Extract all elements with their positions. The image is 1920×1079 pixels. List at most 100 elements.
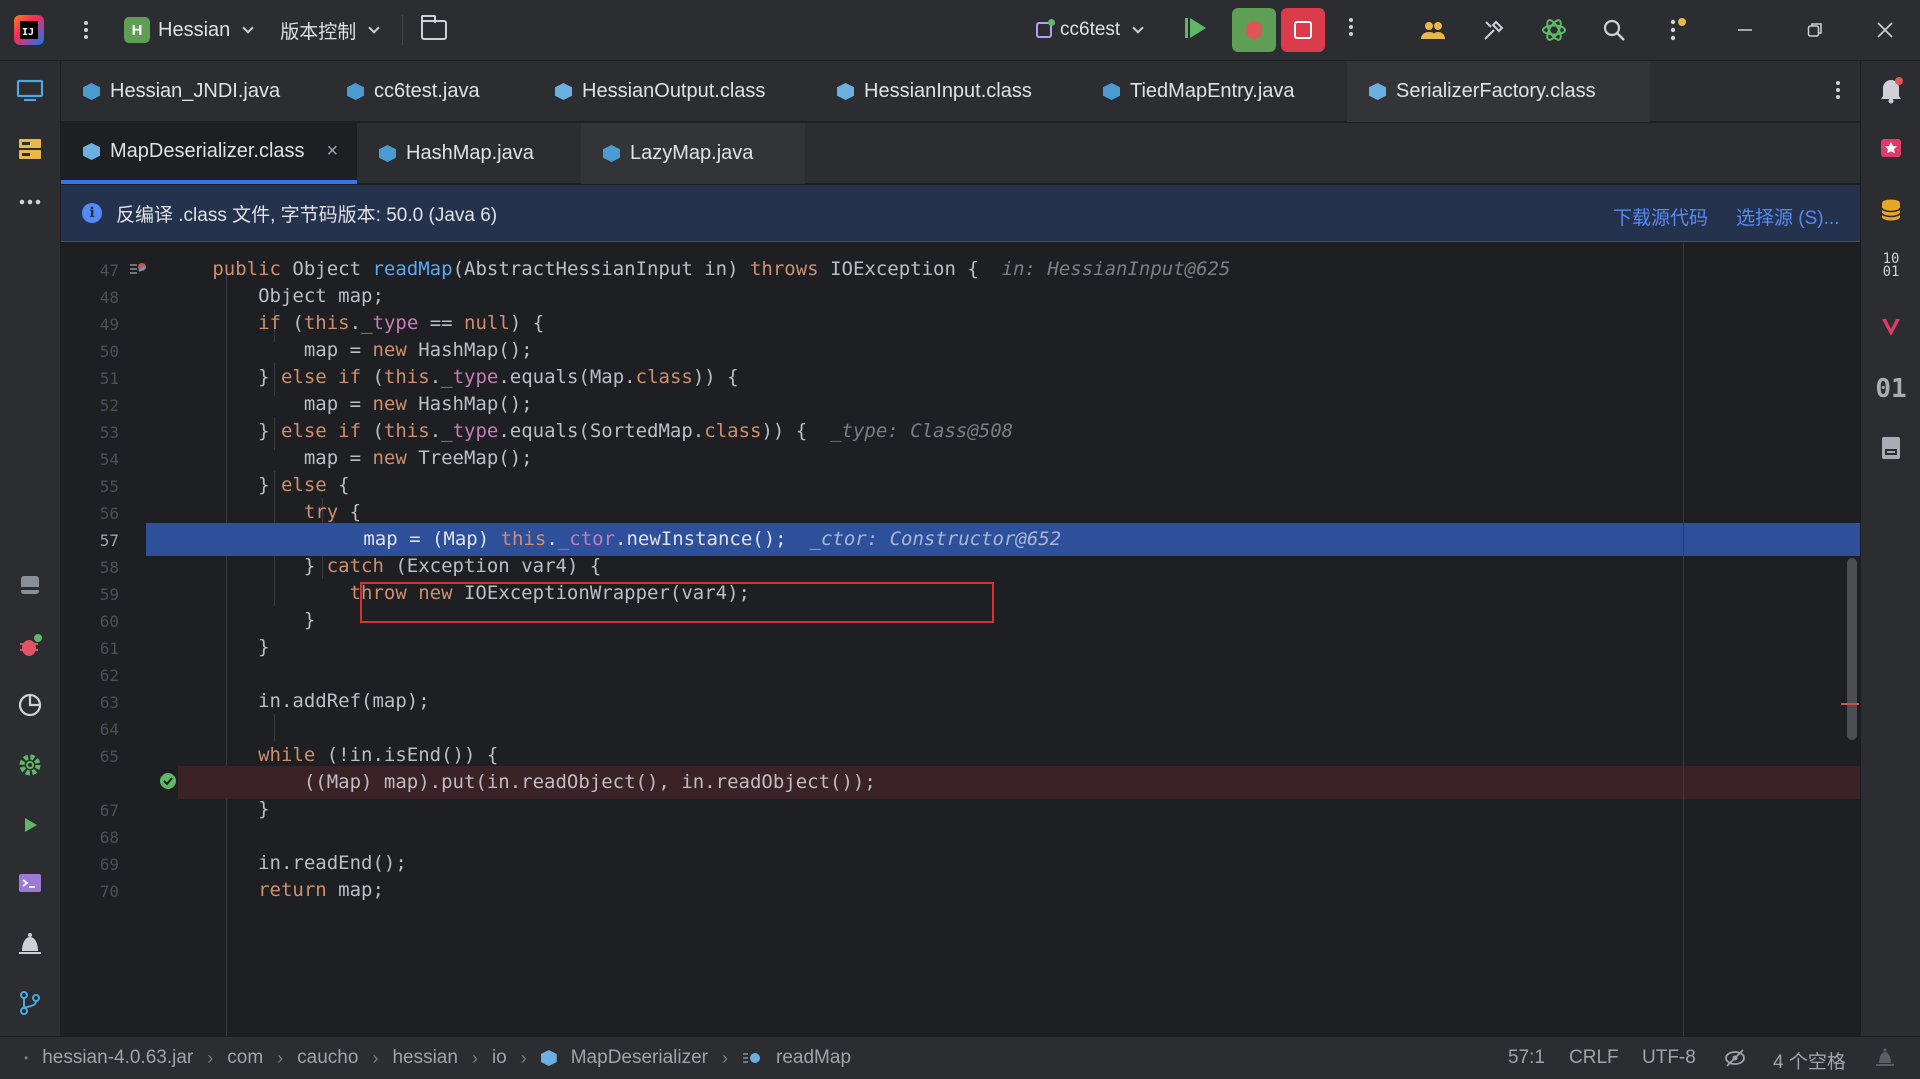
search-icon[interactable] <box>1598 14 1630 46</box>
settings-tool-icon[interactable] <box>13 748 47 782</box>
code-editor[interactable]: 47 48 49 50 51 52 53 54 55 56 57 58 59 60 61 62 63 64 65 67… <box>61 243 1860 1036</box>
line-number: 55 <box>99 477 119 496</box>
line-number: 58 <box>99 558 119 577</box>
main-menu-icon[interactable] <box>74 15 98 45</box>
debug-tool-icon[interactable] <box>13 629 47 663</box>
storage-icon[interactable] <box>1874 431 1908 465</box>
tab-hessian-jndi[interactable]: Hessian_JNDI.java <box>61 61 280 122</box>
breadcrumb-com[interactable]: com <box>227 1047 263 1069</box>
indent-setting[interactable]: 4 个空格 <box>1773 1047 1846 1074</box>
error-stripe-mark[interactable] <box>1841 703 1859 705</box>
stop-button[interactable] <box>1281 8 1325 52</box>
minimize-icon[interactable] <box>1710 0 1780 60</box>
bug-icon <box>1246 21 1262 39</box>
code-line-70: return map; <box>258 879 384 901</box>
chevron-right-icon: › <box>277 1047 284 1068</box>
line-number: 47 <box>99 261 119 280</box>
structure-tool-icon[interactable] <box>13 132 47 166</box>
vue-devtools-icon[interactable] <box>1874 310 1908 344</box>
java-class-icon <box>379 145 396 162</box>
project-selector[interactable]: H Hessian <box>118 12 258 48</box>
breakpoint-verified-icon[interactable] <box>160 773 176 789</box>
chevron-right-icon: › <box>722 1047 729 1068</box>
caret-position[interactable]: 57:1 <box>1508 1047 1545 1069</box>
info-icon: i <box>82 203 102 223</box>
close-tab-icon[interactable]: × <box>327 140 339 163</box>
java-class-icon <box>603 145 620 162</box>
run-tool-icon[interactable] <box>13 808 47 842</box>
line-number: 57 <box>99 531 119 550</box>
debug-button[interactable] <box>1232 8 1276 52</box>
tab-map-deserializer[interactable]: MapDeserializer.class × <box>61 123 357 184</box>
ai-assistant-icon[interactable] <box>1538 14 1570 46</box>
line-number: 48 <box>99 288 119 307</box>
tab-hessian-output[interactable]: HessianOutput.class <box>533 61 775 122</box>
git-tool-icon[interactable] <box>13 986 47 1020</box>
breadcrumb-caucho[interactable]: caucho <box>297 1047 358 1069</box>
run-config-icon <box>1036 19 1055 38</box>
tab-label: HessianInput.class <box>864 80 1032 102</box>
breadcrumb-class[interactable]: MapDeserializer <box>571 1047 708 1069</box>
breadcrumb: • hessian-4.0.63.jar › com › caucho › he… <box>24 1047 851 1069</box>
line-number: 64 <box>99 720 119 739</box>
profiler-tool-icon[interactable] <box>13 688 47 722</box>
code-with-me-icon[interactable] <box>1417 14 1449 46</box>
read-only-icon[interactable] <box>1724 1048 1746 1074</box>
vcs-label: 版本控制 <box>280 21 357 43</box>
download-sources-link[interactable]: 下载源代码 <box>1613 203 1708 230</box>
build-tools-icon[interactable] <box>1478 14 1510 46</box>
folder-icon[interactable] <box>421 15 448 40</box>
run-button[interactable] <box>1185 18 1206 38</box>
line-number: 54 <box>99 450 119 469</box>
notifications-icon[interactable] <box>1874 73 1908 107</box>
tab-serializer-factory[interactable]: SerializerFactory.class <box>1347 61 1650 122</box>
vcs-menu[interactable]: 版本控制 <box>274 12 384 48</box>
file-encoding[interactable]: UTF-8 <box>1642 1047 1696 1069</box>
class-file-icon <box>540 1050 557 1066</box>
more-tabs-icon[interactable] <box>1836 81 1840 99</box>
line-number: 50 <box>99 342 119 361</box>
line-number: 51 <box>99 369 119 388</box>
intellij-logo-icon[interactable]: IJ <box>14 15 44 45</box>
more-actions-icon[interactable] <box>1349 18 1353 36</box>
breadcrumb-io[interactable]: io <box>492 1047 507 1069</box>
hex-viewer-icon[interactable]: 01 <box>1874 372 1908 406</box>
problems-tool-icon[interactable] <box>13 927 47 961</box>
more-tools-icon[interactable] <box>13 185 47 219</box>
project-name: Hessian <box>158 18 231 41</box>
override-marker-icon[interactable] <box>129 261 146 275</box>
close-icon[interactable] <box>1850 0 1920 60</box>
class-file-icon <box>83 143 100 160</box>
highlight-annotation-box <box>360 582 994 623</box>
tab-lazymap[interactable]: LazyMap.java <box>581 123 805 184</box>
run-config-selector[interactable]: cc6test <box>1036 12 1144 48</box>
tab-tied-map-entry[interactable]: TiedMapEntry.java <box>1081 61 1321 122</box>
line-ending[interactable]: CRLF <box>1569 1047 1619 1069</box>
tab-cc6test[interactable]: cc6test.java <box>325 61 525 122</box>
right-tool-strip: 10 01 01 <box>1860 61 1920 1036</box>
tab-label: HessianOutput.class <box>582 80 766 102</box>
tab-label: LazyMap.java <box>630 142 754 164</box>
inspection-status-icon[interactable] <box>1874 1046 1896 1074</box>
settings-update-icon[interactable] <box>1660 14 1692 46</box>
breadcrumb-method[interactable]: readMap <box>776 1047 851 1069</box>
binary-viewer-icon[interactable]: 10 01 <box>1874 249 1908 283</box>
tab-hashmap[interactable]: HashMap.java <box>357 123 566 184</box>
line-number: 62 <box>99 666 119 685</box>
line-number: 49 <box>99 315 119 334</box>
line-number: 67 <box>99 801 119 820</box>
tab-hessian-input[interactable]: HessianInput.class <box>815 61 1045 122</box>
breadcrumb-jar[interactable]: hessian-4.0.63.jar <box>42 1047 193 1069</box>
services-tool-icon[interactable] <box>13 568 47 602</box>
choose-sources-link[interactable]: 选择源 (S)... <box>1736 203 1839 230</box>
database-icon[interactable] <box>1874 193 1908 227</box>
breadcrumb-hessian[interactable]: hessian <box>392 1047 458 1069</box>
project-tool-icon[interactable] <box>13 73 47 107</box>
restore-icon[interactable] <box>1780 0 1850 60</box>
line-number: 59 <box>99 585 119 604</box>
ai-chat-icon[interactable] <box>1874 132 1908 166</box>
method-icon <box>742 1050 762 1066</box>
line-number: 70 <box>99 882 119 901</box>
terminal-tool-icon[interactable] <box>13 866 47 900</box>
editor-scrollbar[interactable] <box>1847 558 1857 740</box>
